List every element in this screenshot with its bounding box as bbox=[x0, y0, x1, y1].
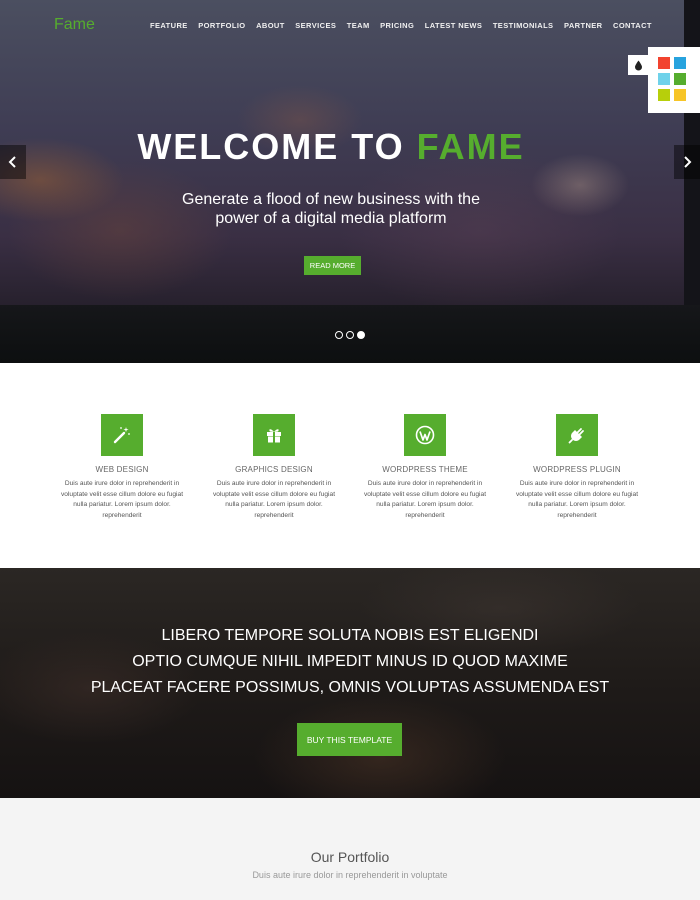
feature-text-line: nulla pariatur. Lorem ipsum dolor. bbox=[73, 501, 171, 508]
nav-item-portfolio[interactable]: PORTFOLIO bbox=[198, 21, 245, 30]
nav-item-feature[interactable]: FEATURE bbox=[150, 21, 188, 30]
feature-icon-box bbox=[253, 414, 295, 456]
slider-dot-1[interactable] bbox=[335, 331, 343, 339]
read-more-button[interactable]: READ MORE bbox=[304, 256, 361, 275]
feature-web-design: WEB DESIGN Duis aute irure dolor in repr… bbox=[52, 414, 192, 521]
feature-text-line: voluptate velit esse cillum dolore eu fu… bbox=[60, 490, 184, 498]
portfolio-title: Our Portfolio bbox=[310, 849, 390, 865]
features-section: WEB DESIGN Duis aute irure dolor in repr… bbox=[0, 363, 700, 568]
feature-title: WEB DESIGN bbox=[95, 465, 149, 474]
feature-text-line: reprehenderit bbox=[254, 511, 294, 519]
chevron-right-icon bbox=[684, 156, 692, 168]
color-swatch-yellow[interactable] bbox=[674, 89, 686, 101]
feature-description: Duis aute irure dolor in reprehenderit i… bbox=[52, 479, 192, 521]
hero-subtitle-line: power of a digital media platform bbox=[215, 210, 447, 227]
feature-text-line: nulla pariatur. Lorem ipsum dolor. bbox=[528, 501, 626, 508]
promo-line: OPTIO CUMQUE NIHIL IMPEDIT MINUS ID QUOD… bbox=[132, 653, 568, 670]
feature-icon-box bbox=[556, 414, 598, 456]
feature-wordpress-plugin: WORDPRESS PLUGIN Duis aute irure dolor i… bbox=[507, 414, 647, 521]
feature-icon-box bbox=[404, 414, 446, 456]
feature-icon-box bbox=[101, 414, 143, 456]
style-switcher-toggle[interactable] bbox=[628, 55, 648, 75]
nav-item-testimonials[interactable]: TESTIMONIALS bbox=[493, 21, 554, 30]
nav-item-team[interactable]: TEAM bbox=[347, 21, 370, 30]
color-swatch-green[interactable] bbox=[674, 73, 686, 85]
color-swatch-red[interactable] bbox=[658, 57, 670, 69]
promo-text: LIBERO TEMPORE SOLUTA NOBIS EST ELIGENDI… bbox=[0, 623, 700, 701]
hero-title-brand: FAME bbox=[416, 126, 525, 167]
hero-slider: Fame FEATURE PORTFOLIO ABOUT SERVICES TE… bbox=[0, 0, 700, 363]
color-swatch-light-blue[interactable] bbox=[658, 73, 670, 85]
nav-item-partner[interactable]: PARTNER bbox=[564, 21, 603, 30]
feature-text-line: voluptate velit esse cillum dolore eu fu… bbox=[212, 490, 336, 498]
feature-description: Duis aute irure dolor in reprehenderit i… bbox=[204, 479, 344, 521]
portfolio-subtitle: Duis aute irure dolor in reprehenderit i… bbox=[252, 870, 448, 880]
feature-title: GRAPHICS DESIGN bbox=[235, 465, 313, 474]
feature-text-line: reprehenderit bbox=[557, 511, 597, 519]
nav-item-about[interactable]: ABOUT bbox=[256, 21, 285, 30]
color-swatch-blue[interactable] bbox=[674, 57, 686, 69]
nav-item-pricing[interactable]: PRICING bbox=[380, 21, 414, 30]
feature-graphics-design: GRAPHICS DESIGN Duis aute irure dolor in… bbox=[204, 414, 344, 521]
slider-dot-2[interactable] bbox=[346, 331, 354, 339]
slider-dot-3[interactable] bbox=[357, 331, 365, 339]
feature-text-line: nulla pariatur. Lorem ipsum dolor. bbox=[225, 501, 323, 508]
feature-text-line: voluptate velit esse cillum dolore eu fu… bbox=[515, 490, 639, 498]
buy-template-button[interactable]: BUY THIS TEMPLATE bbox=[297, 723, 402, 756]
feature-text-line: Duis aute irure dolor in reprehenderit i… bbox=[367, 480, 483, 487]
main-nav: FEATURE PORTFOLIO ABOUT SERVICES TEAM PR… bbox=[150, 21, 652, 30]
plug-icon bbox=[568, 428, 584, 444]
promo-line: PLACEAT FACERE POSSIMUS, OMNIS VOLUPTAS … bbox=[90, 679, 610, 696]
nav-item-services[interactable]: SERVICES bbox=[295, 21, 336, 30]
feature-text-line: Duis aute irure dolor in reprehenderit i… bbox=[519, 480, 635, 487]
hero-subtitle-line: Generate a flood of new business with th… bbox=[182, 191, 480, 208]
gift-icon bbox=[267, 429, 281, 443]
feature-text-line: nulla pariatur. Lorem ipsum dolor. bbox=[376, 501, 474, 508]
feature-text-line: reprehenderit bbox=[102, 511, 142, 519]
wordpress-icon bbox=[415, 425, 435, 445]
feature-text-line: voluptate velit esse cillum dolore eu fu… bbox=[363, 490, 487, 498]
slider-pagination bbox=[335, 331, 365, 339]
droplet-icon bbox=[634, 60, 642, 70]
feature-title: WORDPRESS THEME bbox=[382, 465, 468, 474]
feature-description: Duis aute irure dolor in reprehenderit i… bbox=[355, 479, 495, 521]
feature-text-line: Duis aute irure dolor in reprehenderit i… bbox=[216, 480, 332, 487]
color-swatch-lime[interactable] bbox=[658, 89, 670, 101]
portfolio-section: Our Portfolio Duis aute irure dolor in r… bbox=[0, 798, 700, 900]
nav-item-contact[interactable]: CONTACT bbox=[613, 21, 652, 30]
feature-text-line: reprehenderit bbox=[405, 511, 445, 519]
hero-subtitle: Generate a flood of new business with th… bbox=[0, 190, 662, 228]
feature-wordpress-theme: WORDPRESS THEME Duis aute irure dolor in… bbox=[355, 414, 495, 521]
logo[interactable]: Fame bbox=[54, 16, 95, 34]
feature-description: Duis aute irure dolor in reprehenderit i… bbox=[507, 479, 647, 521]
promo-section: LIBERO TEMPORE SOLUTA NOBIS EST ELIGENDI… bbox=[0, 568, 700, 798]
hero-title: WELCOME TO FAME bbox=[0, 126, 662, 168]
slider-next-button[interactable] bbox=[674, 145, 700, 179]
feature-text-line: Duis aute irure dolor in reprehenderit i… bbox=[64, 480, 180, 487]
promo-line: LIBERO TEMPORE SOLUTA NOBIS EST ELIGENDI bbox=[161, 627, 539, 644]
hero-title-welcome: WELCOME TO bbox=[137, 126, 405, 167]
nav-item-latest-news[interactable]: LATEST NEWS bbox=[425, 21, 483, 30]
color-palette bbox=[648, 47, 700, 113]
magic-wand-icon bbox=[113, 427, 130, 444]
feature-title: WORDPRESS PLUGIN bbox=[533, 465, 621, 474]
